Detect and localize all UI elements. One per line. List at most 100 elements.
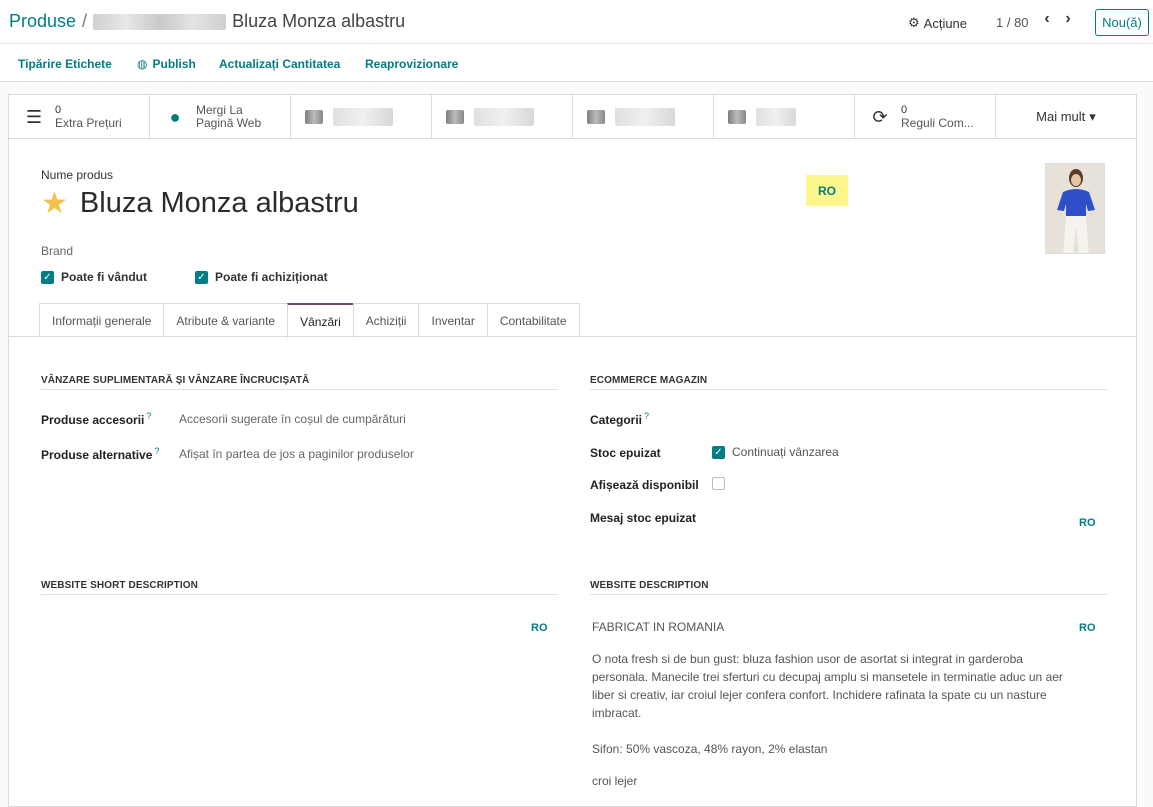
continue-selling-label: Continuați vânzarea <box>732 445 839 459</box>
redacted-stat-button[interactable] <box>573 95 714 139</box>
breadcrumb-products-link[interactable]: Produse <box>9 11 76 32</box>
pricing-rules-button[interactable]: ⟳ 0 Reguli Com... <box>855 95 996 139</box>
tab-attributes-variants[interactable]: Atribute & variante <box>163 303 289 337</box>
alternatives-input[interactable]: Afișat în partea de jos a paginilor prod… <box>179 447 414 461</box>
categories-label-text: Categorii <box>590 413 643 427</box>
replenish-label: Reaprovizionare <box>365 57 459 71</box>
upsell-section-title: VÂNZARE SUPLIMENTARĂ ȘI VÂNZARE ÎNCRUCIȘ… <box>41 375 310 386</box>
redacted-stat-button[interactable] <box>432 95 573 139</box>
chevron-right-icon: › <box>1065 10 1071 27</box>
section-divider <box>590 594 1107 595</box>
product-name-label: Nume produs <box>41 168 114 182</box>
pager-value[interactable]: 1 / 80 <box>996 15 1029 30</box>
product-image[interactable] <box>1045 163 1105 254</box>
show-available-checkbox[interactable] <box>712 477 725 490</box>
oos-message-lang-button[interactable]: RO <box>1079 517 1096 529</box>
print-labels-label: Tipărire Etichete <box>18 57 112 71</box>
update-quantity-button[interactable]: Actualizați Cantitatea <box>219 57 340 71</box>
redacted-product-code <box>93 13 227 30</box>
short-description-lang-button[interactable]: RO <box>531 622 548 634</box>
continue-selling-checkbox[interactable]: ✓ Continuați vânzarea <box>712 445 839 459</box>
pager-next-button[interactable]: › <box>1058 10 1078 28</box>
control-panel: Produse / Bluza Monza albastru ⚙ Acțiune… <box>0 0 1153 44</box>
print-labels-button[interactable]: Tipărire Etichete <box>18 57 112 71</box>
accessories-label: Produse accesorii? <box>41 411 151 427</box>
tab-inventory[interactable]: Inventar <box>418 303 488 337</box>
help-icon[interactable]: ? <box>644 411 649 421</box>
product-photo-icon <box>1046 164 1104 253</box>
product-form-sheet: ☰ 0 Extra Prețuri ● Mergi La Pagină Web … <box>8 94 1137 807</box>
accessories-input[interactable]: Accesorii sugerate în coșul de cumpărătu… <box>179 412 406 426</box>
go-to-website-line2: Pagină Web <box>196 116 262 130</box>
list-icon: ☰ <box>25 106 43 127</box>
redacted-text <box>333 108 393 126</box>
action-menu-label: Acțiune <box>923 15 968 31</box>
globe-icon: ● <box>169 106 181 127</box>
tab-accounting[interactable]: Contabilitate <box>486 303 580 337</box>
replenish-button[interactable]: Reaprovizionare <box>365 57 458 71</box>
redacted-icon <box>587 110 605 124</box>
description-paragraph[interactable]: FABRICAT IN ROMANIA <box>592 618 1072 636</box>
refresh-icon: ⟳ <box>872 106 888 127</box>
ecommerce-section-title: ECOMMERCE MAGAZIN <box>590 375 708 386</box>
publish-label: Publish <box>152 57 196 71</box>
breadcrumb-separator: / <box>82 11 88 31</box>
product-name-input[interactable]: Bluza Monza albastru <box>80 187 359 220</box>
redacted-stat-button[interactable] <box>291 95 432 139</box>
pager-previous-button[interactable]: ‹ <box>1037 10 1057 28</box>
accessories-label-text: Produse accesorii <box>41 413 145 427</box>
caret-down-icon: ▾ <box>1089 108 1096 124</box>
show-available-label: Afișează disponibil <box>590 478 699 492</box>
tab-sales[interactable]: Vânzări <box>287 303 354 338</box>
action-menu-button[interactable]: ⚙ Acțiune <box>908 15 967 31</box>
tab-divider <box>9 336 1136 337</box>
website-description-title: WEBSITE DESCRIPTION <box>590 580 709 591</box>
extra-prices-button[interactable]: ☰ 0 Extra Prețuri <box>9 95 150 139</box>
globe-icon: ◍ <box>137 57 148 71</box>
extra-prices-label: Extra Prețuri <box>55 116 122 130</box>
update-quantity-label: Actualizați Cantitatea <box>219 57 341 71</box>
description-lang-button[interactable]: RO <box>1079 622 1096 634</box>
checkmark-icon: ✓ <box>41 270 54 284</box>
help-icon[interactable]: ? <box>154 446 159 456</box>
alternatives-label: Produse alternative? <box>41 446 159 462</box>
pricing-rules-label: Reguli Com... <box>901 116 974 130</box>
breadcrumb: Produse / Bluza Monza albastru <box>9 11 405 32</box>
product-title: ★ Bluza Monza albastru <box>41 187 359 220</box>
checkmark-icon: ✓ <box>712 445 725 459</box>
can-be-purchased-checkbox[interactable]: ✓ Poate fi achiziționat <box>195 270 328 284</box>
description-paragraph[interactable]: Sifon: 50% vascoza, 48% rayon, 2% elasta… <box>592 740 1072 758</box>
star-icon[interactable]: ★ <box>41 188 68 219</box>
redacted-text <box>474 108 534 126</box>
smart-buttons: ☰ 0 Extra Prețuri ● Mergi La Pagină Web … <box>9 95 1136 139</box>
gear-icon: ⚙ <box>908 15 920 30</box>
redacted-icon <box>446 110 464 124</box>
section-divider <box>590 389 1107 390</box>
language-badge[interactable]: RO <box>806 175 848 206</box>
action-bar: Tipărire Etichete ◍ Publish Actualizați C… <box>0 44 1153 82</box>
description-paragraph[interactable]: O nota fresh si de bun gust: bluza fashi… <box>592 650 1072 722</box>
redacted-icon <box>728 110 746 124</box>
tab-purchase[interactable]: Achiziții <box>352 303 420 337</box>
chevron-left-icon: ‹ <box>1044 10 1050 27</box>
more-button[interactable]: Mai mult ▾ <box>996 95 1136 138</box>
publish-button[interactable]: ◍ Publish <box>137 57 196 71</box>
can-be-sold-label: Poate fi vândut <box>61 270 148 284</box>
categories-label: Categorii? <box>590 411 649 427</box>
help-icon[interactable]: ? <box>146 411 151 421</box>
description-paragraph[interactable]: croi lejer <box>592 772 1072 790</box>
out-of-stock-label: Stoc epuizat <box>590 446 661 460</box>
more-label: Mai mult <box>1036 109 1086 124</box>
redacted-icon <box>305 110 323 124</box>
can-be-sold-checkbox[interactable]: ✓ Poate fi vândut <box>41 270 147 284</box>
tab-general-info[interactable]: Informații generale <box>39 303 165 337</box>
can-be-purchased-label: Poate fi achiziționat <box>215 270 328 284</box>
new-button[interactable]: Nou(ă) <box>1095 9 1149 36</box>
short-description-title: WEBSITE SHORT DESCRIPTION <box>41 580 198 591</box>
alternatives-label-text: Produse alternative <box>41 448 153 462</box>
go-to-website-button[interactable]: ● Mergi La Pagină Web <box>150 95 291 139</box>
section-divider <box>41 389 558 390</box>
form-tabs: Informații generale Atribute & variante … <box>39 303 580 338</box>
redacted-stat-button[interactable] <box>714 95 855 139</box>
redacted-text <box>615 108 675 126</box>
